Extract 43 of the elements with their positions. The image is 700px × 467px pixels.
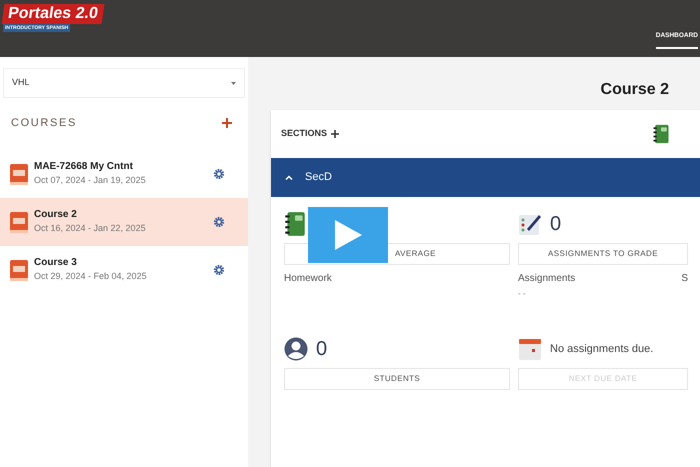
logo-title[interactable]: Portales 2.0 bbox=[2, 4, 104, 24]
tile-caption: Homework bbox=[284, 272, 332, 286]
tile-subtext: - - bbox=[518, 288, 527, 300]
plus-icon[interactable] bbox=[331, 130, 340, 138]
courses-heading: COURSES bbox=[11, 116, 77, 131]
course-name: Course 2 bbox=[34, 208, 78, 222]
book-icon bbox=[9, 258, 29, 282]
caret-icon bbox=[231, 82, 236, 84]
checklist-pen-icon bbox=[518, 212, 542, 236]
play-icon bbox=[333, 219, 363, 251]
book-icon bbox=[9, 162, 29, 186]
book-icon bbox=[9, 210, 29, 234]
video-play-button[interactable] bbox=[308, 207, 388, 263]
course-name: MAE-72668 My Cntnt bbox=[34, 160, 134, 174]
gear-icon[interactable] bbox=[214, 216, 224, 226]
tile-value: 0 bbox=[316, 337, 328, 362]
gear-icon[interactable] bbox=[214, 168, 224, 178]
course-item[interactable]: Course 3 Oct 29, 2024 - Feb 04, 2025 bbox=[0, 246, 248, 294]
course-item[interactable]: MAE-72668 My Cntnt Oct 07, 2024 - Jan 19, 2025 bbox=[0, 150, 248, 198]
course-dates: Oct 29, 2024 - Feb 04, 2025 bbox=[34, 270, 148, 284]
tile-label: STUDENTS bbox=[284, 368, 510, 390]
tile-label: ASSIGNMENTS TO GRADE bbox=[518, 243, 688, 265]
course-select[interactable]: VHL bbox=[3, 68, 245, 98]
tile-value: No assignments due. bbox=[550, 342, 654, 357]
user-icon bbox=[284, 337, 308, 361]
tile-value: 0 bbox=[550, 212, 562, 237]
course-dates: Oct 07, 2024 - Jan 19, 2025 bbox=[34, 174, 147, 188]
tile-caption: Assignments bbox=[518, 272, 576, 286]
course-dates: Oct 16, 2024 - Jan 22, 2025 bbox=[34, 222, 147, 236]
gear-icon[interactable] bbox=[214, 264, 224, 274]
sections-label: SECTIONS bbox=[281, 127, 328, 140]
chevron-icon bbox=[285, 175, 293, 180]
section-bar[interactable]: SecD bbox=[271, 158, 700, 197]
course-name: Course 3 bbox=[34, 256, 78, 270]
add-course-button[interactable] bbox=[222, 118, 232, 128]
tile-caption: S bbox=[681, 272, 688, 286]
plus-icon bbox=[222, 118, 232, 128]
page-title: Course 2 bbox=[600, 80, 670, 100]
calendar-icon bbox=[518, 337, 542, 361]
notebook-icon bbox=[284, 211, 306, 237]
notebook-icon bbox=[652, 124, 670, 144]
course-item[interactable]: Course 2 Oct 16, 2024 - Jan 22, 2025 bbox=[0, 198, 248, 246]
section-name: SecD bbox=[305, 170, 332, 186]
